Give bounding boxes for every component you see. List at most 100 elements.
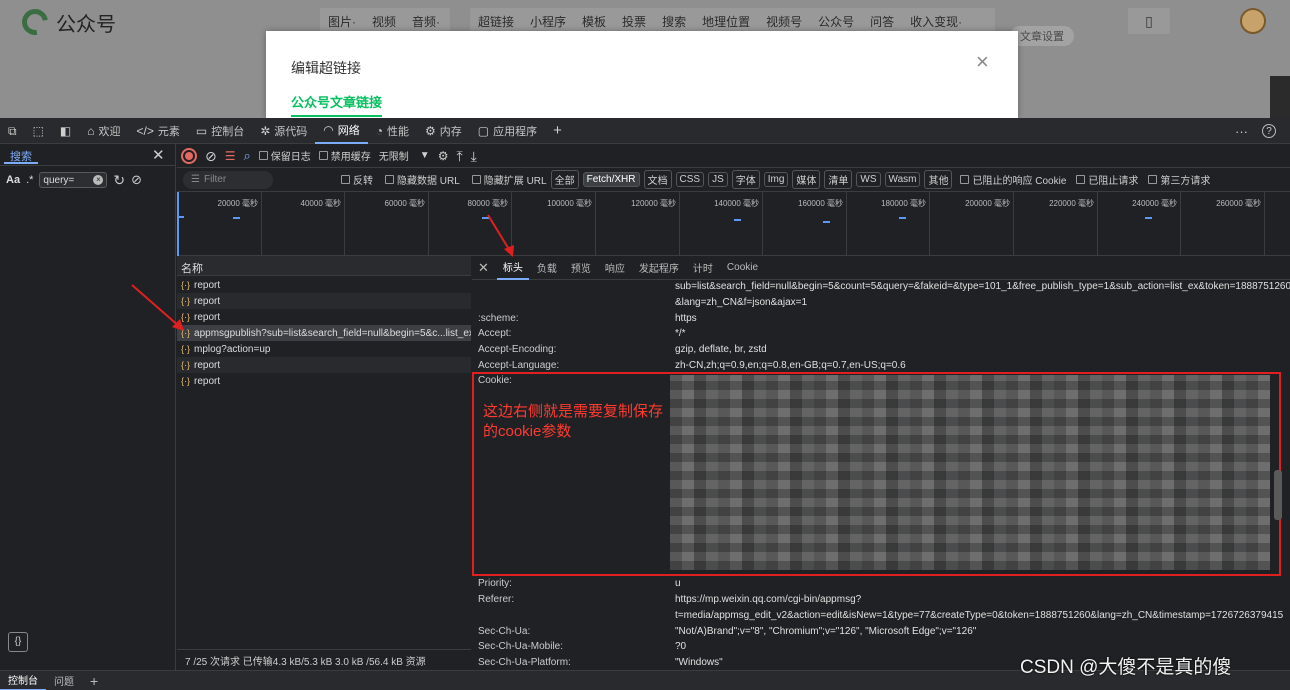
logo: 公众号 [16,3,116,41]
timeline-tick: 160000 毫秒 [798,192,847,256]
tab-payload[interactable]: 负载 [531,256,563,280]
toolbar-hyperlink[interactable]: 超链接 [470,13,522,30]
record-icon[interactable] [181,147,197,164]
clear-search-icon[interactable]: ⊘ [131,172,142,188]
export-har-icon[interactable]: ⤓ [471,149,477,163]
article-settings-button[interactable]: 文章设置 [1010,26,1074,46]
page-scrollbar[interactable] [1270,76,1290,118]
add-drawer-tab-icon[interactable]: + [82,671,106,690]
toolbar-template[interactable]: 模板 [574,13,614,30]
tab-timing[interactable]: 计时 [687,256,719,280]
toolbar-miniprogram[interactable]: 小程序 [522,13,574,30]
filter-wasm[interactable]: Wasm [884,172,921,187]
filter-font[interactable]: 字体 [731,170,760,189]
timeline-tick: 140000 毫秒 [714,192,763,256]
request-row[interactable]: {·} report [177,277,471,293]
drawer-tab-console[interactable]: 控制台 [0,671,46,690]
network-conditions-icon[interactable]: ⚙ [438,150,449,162]
requests-column-header[interactable]: 名称 [177,256,471,276]
filter-img[interactable]: Img [763,172,789,187]
third-party-checkbox[interactable]: 第三方请求 [1148,172,1210,187]
toolbar-monetize[interactable]: 收入变现· [902,13,970,30]
toolbar-location[interactable]: 地理位置 [694,13,758,30]
tab-performance[interactable]: ◔ 性能 [368,118,417,144]
close-icon[interactable]: ✕ [152,146,165,164]
request-row[interactable]: {·} report [177,293,471,309]
timeline-bar [1145,217,1152,219]
pretty-print-icon[interactable]: {} [8,632,28,652]
clear-icon[interactable]: ⊘ [205,149,217,163]
tab-elements[interactable]: </> 元素 [129,118,188,144]
drawer-tab-issues[interactable]: 问题 [46,671,82,690]
filter-manifest[interactable]: 清单 [824,170,853,189]
tab-application[interactable]: ▢ 应用程序 [470,118,545,144]
filter-doc[interactable]: 文档 [643,170,672,189]
filter-fetch-xhr[interactable]: Fetch/XHR [582,172,640,187]
request-row[interactable]: {·} report [177,309,471,325]
blocked-cookies-checkbox[interactable]: 已阻止的响应 Cookie [960,172,1066,187]
hide-data-urls-checkbox[interactable]: 隐藏数据 URL [385,172,460,187]
red-arrow-icon [131,284,184,331]
tab-cookies[interactable]: Cookie [721,256,764,280]
dock-icon[interactable]: ◧ [52,118,79,144]
throttle-select[interactable]: 无限制 ▼ [379,148,430,163]
tab-preview[interactable]: 预览 [565,256,597,280]
tab-official-account-article-link[interactable]: 公众号文章链接 [291,92,383,117]
device-toggle-icon[interactable]: ⧉ [0,118,25,144]
tab-sources[interactable]: ✲ 源代码 [252,118,315,144]
filter-js[interactable]: JS [708,172,728,187]
filter-ws[interactable]: WS [856,172,881,187]
request-row[interactable]: {·} mplog?action=up [177,341,471,357]
toolbar-qa[interactable]: 问答 [862,13,902,30]
preserve-log-checkbox[interactable]: 保留日志 [258,148,311,163]
toolbar-search[interactable]: 搜索 [654,13,694,30]
match-case-button[interactable]: Aa [6,174,20,186]
tab-console[interactable]: ▭ 控制台 [188,118,252,144]
toolbar-official-account[interactable]: 公众号 [810,13,862,30]
avatar[interactable] [1240,8,1266,34]
tab-initiator[interactable]: 发起程序 [633,256,685,280]
tab-welcome[interactable]: ⌂ 欢迎 [79,118,128,144]
toolbar-vote[interactable]: 投票 [614,13,654,30]
timeline-tick-label: 100000 毫秒 [547,199,592,208]
blocked-requests-checkbox[interactable]: 已阻止请求 [1076,172,1138,187]
details-scrollbar[interactable] [1274,470,1282,520]
inspect-icon[interactable]: ⬚ [25,118,52,144]
toolbar-image[interactable]: 图片· [320,13,364,30]
request-row-selected[interactable]: {·} appmsgpublish?sub=list&search_field=n… [177,325,471,341]
filter-icon[interactable]: ☰ [225,150,236,162]
filter-css[interactable]: CSS [675,172,705,187]
import-har-icon[interactable]: ⤒ [456,149,462,163]
tab-memory[interactable]: ⚙ 内存 [417,118,470,144]
add-tab-icon[interactable]: + [545,118,570,144]
more-icon[interactable]: ··· [1235,124,1248,139]
search-icon[interactable]: ⌕ [244,149,251,162]
toolbar-video[interactable]: 视频 [364,13,404,30]
help-icon[interactable]: ? [1262,124,1276,138]
close-details-icon[interactable]: ✕ [472,256,495,280]
tab-search[interactable]: 搜索 [4,146,38,164]
refresh-icon[interactable]: ↻ [113,172,125,189]
disable-cache-checkbox[interactable]: 禁用缓存 [318,148,371,163]
filter-all[interactable]: 全部 [550,170,579,189]
toolbar-channels[interactable]: 视频号 [758,13,810,30]
hide-extension-urls-checkbox[interactable]: 隐藏扩展 URL [471,172,547,187]
filter-media[interactable]: 媒体 [792,170,821,189]
filter-input[interactable]: ☰ Filter [183,170,273,189]
toolbar-audio[interactable]: 音频· [404,13,448,30]
tab-headers[interactable]: 标头 [496,256,529,280]
network-timeline[interactable]: 20000 毫秒 40000 毫秒 60000 毫秒 80000 毫秒 100000 毫… [177,192,1290,256]
search-input[interactable]: query= × [39,172,108,188]
tab-network[interactable]: ◠ 网络 [315,118,368,144]
invert-checkbox[interactable]: 反转 [341,172,373,187]
document-icon[interactable]: ▯ [1128,8,1170,34]
tab-response[interactable]: 响应 [599,256,631,280]
close-icon[interactable]: × [976,49,989,75]
request-row[interactable]: {·} report [177,373,471,389]
filter-other[interactable]: 其他 [924,170,953,189]
regex-button[interactable]: .* [26,174,33,186]
path-value: sub=list&search_field=null&begin=5&count… [675,281,1290,292]
timeline-bar [233,217,240,219]
clear-icon[interactable]: × [93,175,104,185]
request-row[interactable]: {·} report [177,357,471,373]
